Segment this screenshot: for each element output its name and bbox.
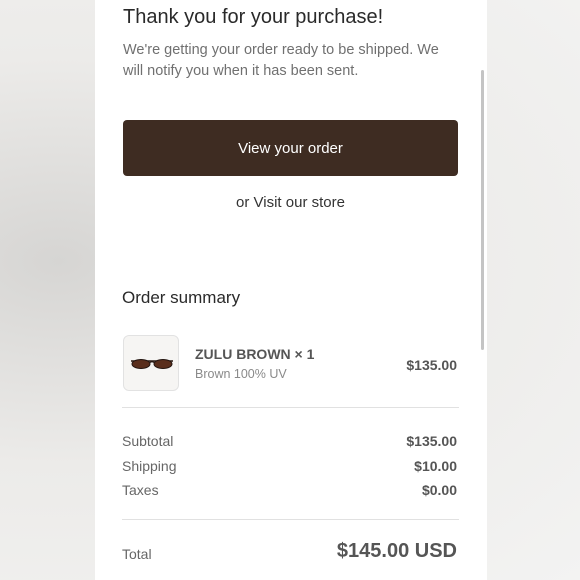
shipping-value: $10.00 <box>414 458 457 474</box>
subtotal-value: $135.00 <box>406 433 457 449</box>
scrollbar-thumb[interactable] <box>481 70 484 350</box>
total-value: $145.00 USD <box>336 540 457 562</box>
sunglasses-icon <box>131 359 173 369</box>
summary-divider-top <box>122 407 459 408</box>
page-title: Thank you for your purchase! <box>123 6 384 28</box>
summary-divider-bottom <box>122 519 459 520</box>
order-confirmation-card: Thank you for your purchase! We're getti… <box>95 0 487 580</box>
total-label: Total <box>122 546 152 562</box>
product-variant: Brown 100% UV <box>195 367 287 381</box>
order-summary-title: Order summary <box>122 288 241 307</box>
product-thumbnail <box>123 335 179 391</box>
product-price: $135.00 <box>406 357 457 373</box>
subtotal-label: Subtotal <box>122 433 174 449</box>
confirmation-message: We're getting your order ready to be shi… <box>123 42 439 79</box>
taxes-label: Taxes <box>122 482 159 498</box>
taxes-value: $0.00 <box>421 482 457 498</box>
shipping-label: Shipping <box>122 458 177 474</box>
product-name: ZULU BROWN × 1 <box>195 346 315 362</box>
visit-store-link[interactable]: or Visit our store <box>123 194 458 211</box>
view-order-button[interactable]: View your order <box>123 120 458 176</box>
